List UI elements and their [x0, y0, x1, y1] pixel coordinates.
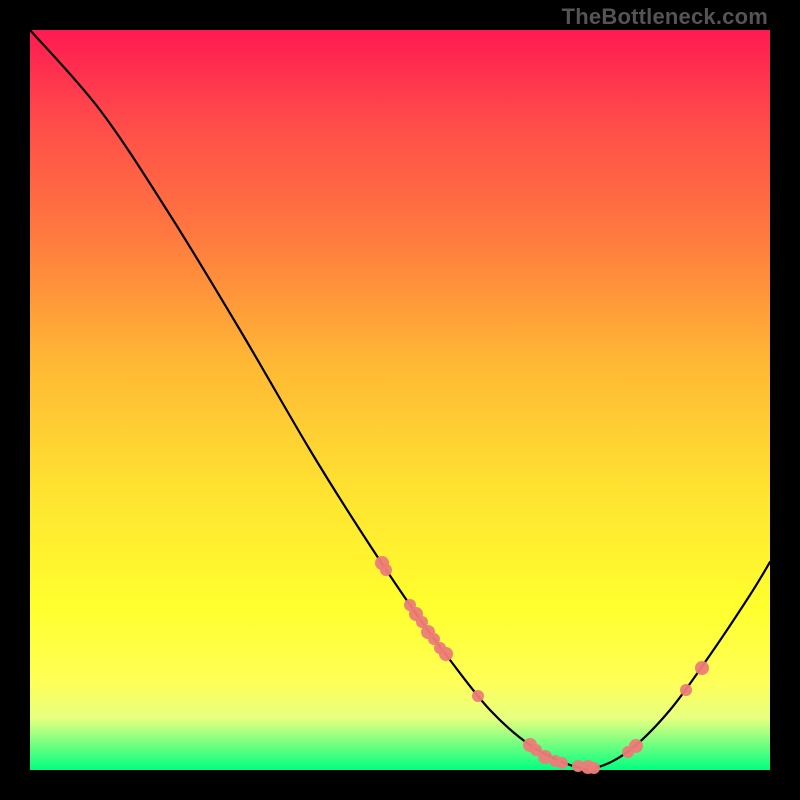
- scatter-dot: [588, 762, 600, 774]
- scatter-dot: [680, 684, 692, 696]
- scatter-dot: [629, 739, 643, 753]
- scatter-dot: [380, 564, 392, 576]
- bottleneck-curve: [30, 30, 770, 769]
- watermark-text: TheBottleneck.com: [562, 4, 768, 30]
- scatter-group: [375, 556, 709, 774]
- chart-overlay: [30, 30, 770, 770]
- scatter-dot: [556, 757, 568, 769]
- scatter-dot: [695, 661, 709, 675]
- scatter-dot: [439, 647, 453, 661]
- scatter-dot: [472, 690, 484, 702]
